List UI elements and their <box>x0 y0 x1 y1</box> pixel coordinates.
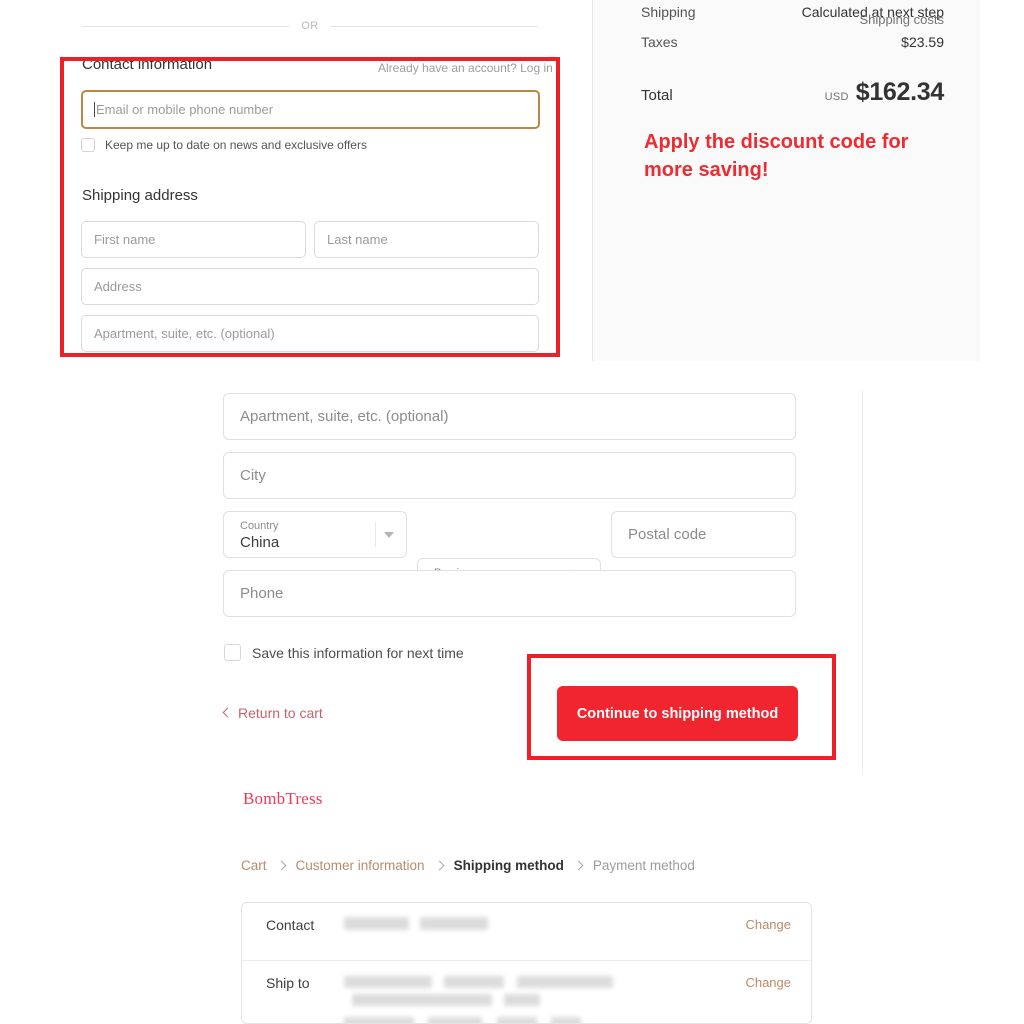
taxes-label: Taxes <box>641 34 678 50</box>
newsletter-checkbox-row[interactable]: Keep me up to date on news and exclusive… <box>81 138 367 152</box>
review-ship-to-value <box>344 975 745 1023</box>
phone-placeholder: Phone <box>240 585 284 602</box>
continue-to-shipping-method-button[interactable]: Continue to shipping method <box>557 686 798 741</box>
shipping-costs-note: Shipping costs <box>859 12 944 27</box>
chevron-down-icon[interactable] <box>384 531 394 538</box>
or-label: OR <box>301 20 319 32</box>
review-row-ship-to: Ship to Change <box>242 960 811 1023</box>
first-name-input[interactable]: First name <box>81 221 306 258</box>
chevron-right-icon <box>573 860 584 871</box>
country-select[interactable]: Country China <box>223 511 407 558</box>
newsletter-checkbox[interactable] <box>81 138 95 152</box>
review-card: Contact Change Ship to Change <box>241 902 812 1024</box>
save-info-checkbox-row[interactable]: Save this information for next time <box>224 644 464 661</box>
city-input[interactable]: City <box>223 452 796 499</box>
review-contact-change-link[interactable]: Change <box>745 917 791 932</box>
contact-information-title: Contact information <box>82 56 213 73</box>
country-select-label: Country <box>240 520 279 532</box>
breadcrumb: Cart Customer information Shipping metho… <box>241 858 695 873</box>
chevron-right-icon <box>434 860 445 871</box>
login-link-label: Already have an account? Log in <box>378 61 553 75</box>
login-link[interactable]: Already have an account? Log in <box>378 59 553 77</box>
shipping-address-title: Shipping address <box>82 187 198 204</box>
review-contact-value <box>344 917 745 935</box>
newsletter-label: Keep me up to date on news and exclusive… <box>105 138 367 152</box>
summary-row-shipping-note: Shipping costs <box>641 12 944 27</box>
email-input-placeholder: Email or mobile phone number <box>96 102 274 117</box>
breadcrumb-item-cart[interactable]: Cart <box>241 858 267 873</box>
review-contact-label: Contact <box>266 917 315 933</box>
breadcrumb-item-payment-method: Payment method <box>592 858 695 873</box>
save-info-checkbox[interactable] <box>224 644 241 661</box>
return-to-cart-link[interactable]: Return to cart <box>222 705 323 721</box>
review-row-contact: Contact Change <box>242 903 811 960</box>
postal-code-placeholder: Postal code <box>628 526 707 543</box>
breadcrumb-item-customer-information[interactable]: Customer information <box>296 858 425 873</box>
chevron-left-icon <box>222 707 233 718</box>
last-name-placeholder: Last name <box>327 232 388 247</box>
apartment-placeholder-top: Apartment, suite, etc. (optional) <box>94 326 275 341</box>
review-ship-to-label: Ship to <box>266 975 310 991</box>
apartment-input-top[interactable]: Apartment, suite, etc. (optional) <box>81 315 539 352</box>
redacted-text <box>420 917 489 930</box>
divider-rule-right <box>330 25 538 27</box>
total-currency: USD <box>824 91 849 103</box>
vertical-divider <box>862 390 863 775</box>
brand-logo[interactable]: BombTress <box>243 789 323 809</box>
discount-annotation-text: Apply the discount code for more saving! <box>644 131 909 182</box>
review-ship-to-change-link[interactable]: Change <box>745 975 791 990</box>
total-label: Total <box>641 87 673 104</box>
total-amount-group: USD $162.34 <box>824 78 945 107</box>
save-info-label: Save this information for next time <box>252 644 464 661</box>
address-placeholder: Address <box>94 279 142 294</box>
phone-input[interactable]: Phone <box>223 570 796 617</box>
city-placeholder: City <box>240 467 266 484</box>
taxes-value: $23.59 <box>901 34 944 50</box>
divider-rule-left <box>82 25 290 27</box>
last-name-input[interactable]: Last name <box>314 221 539 258</box>
text-caret <box>94 102 95 117</box>
apartment-input[interactable]: Apartment, suite, etc. (optional) <box>223 393 796 440</box>
redacted-text <box>344 917 409 930</box>
apartment-placeholder: Apartment, suite, etc. (optional) <box>240 408 449 425</box>
postal-code-input[interactable]: Postal code <box>611 511 796 558</box>
or-divider: OR <box>82 18 538 34</box>
redacted-line <box>344 975 745 1011</box>
email-input[interactable]: Email or mobile phone number <box>81 90 540 129</box>
first-name-placeholder: First name <box>94 232 156 247</box>
breadcrumb-item-shipping-method: Shipping method <box>453 858 564 873</box>
redacted-line <box>344 1016 745 1023</box>
address-input[interactable]: Address <box>81 268 539 305</box>
chevron-right-icon <box>276 860 286 871</box>
summary-row-taxes: Taxes $23.59 <box>641 34 944 50</box>
country-select-value: China <box>240 534 280 551</box>
shipping-address-heading: Shipping address <box>82 187 198 205</box>
total-amount: $162.34 <box>855 78 945 106</box>
return-to-cart-label: Return to cart <box>238 705 323 721</box>
summary-row-total: Total USD $162.34 <box>641 78 944 107</box>
contact-information-heading: Contact information <box>82 56 212 74</box>
country-select-separator <box>375 522 376 547</box>
